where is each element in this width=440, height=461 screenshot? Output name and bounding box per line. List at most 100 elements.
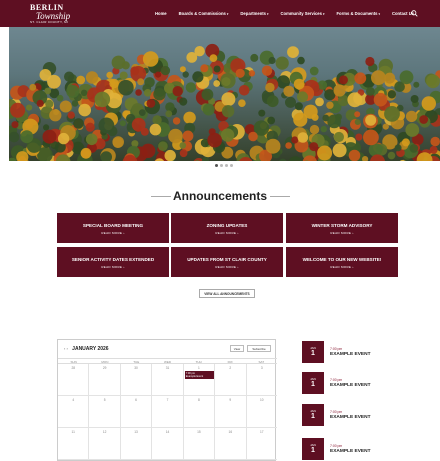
announcement-card[interactable]: WINTER STORM ADVISORY READ MORE ›: [286, 213, 398, 243]
calendar-day[interactable]: 17: [247, 428, 277, 459]
day-number: 15: [197, 430, 201, 434]
event-time: 7:00 pm: [330, 378, 343, 382]
calendar-month: JANUARY 2026: [72, 346, 109, 352]
view-button[interactable]: View: [230, 345, 244, 352]
calendar-day[interactable]: 28: [58, 364, 90, 395]
event-item[interactable]: JAN 1 7:00 pm EXAMPLE EVENT: [302, 404, 412, 426]
read-more-link[interactable]: READ MORE ›: [286, 265, 398, 269]
township-logo[interactable]: BERLIN Township ST. CLAIR COUNTY, MI: [30, 4, 90, 25]
read-more-link[interactable]: READ MORE ›: [286, 231, 398, 235]
calendar-day[interactable]: 14: [152, 428, 184, 459]
nav-item-forms-documents[interactable]: Forms & Documents▾: [336, 11, 379, 16]
day-of-week-label: THU: [195, 360, 202, 364]
calendar-day[interactable]: 9: [215, 396, 247, 427]
read-more-label: READ MORE: [101, 265, 123, 269]
calendar-day[interactable]: 31: [152, 364, 184, 395]
site-header: BERLIN Township ST. CLAIR COUNTY, MI Hom…: [0, 0, 440, 27]
autumn-forest-image: [9, 27, 440, 161]
nav-label: Departments: [240, 11, 267, 16]
slider-dot[interactable]: [225, 164, 228, 167]
announcement-title: WELCOME TO OUR NEW WEBSITE!: [302, 257, 382, 262]
announcement-title: SENIOR ACTIVITY DATES EXTENDED: [71, 257, 155, 262]
calendar-day[interactable]: 12: [89, 428, 121, 459]
view-all-announcements-button[interactable]: VIEW ALL ANNOUNCEMENTS: [199, 289, 255, 298]
calendar-day[interactable]: 1 7:00 pm Example Event: [184, 364, 216, 395]
announcements-title: Announcements: [172, 189, 267, 203]
announcement-card[interactable]: SPECIAL BOARD MEETING READ MORE ›: [57, 213, 169, 243]
calendar-week: 11 12 13 14 15 16 17: [58, 428, 277, 460]
chevron-down-icon: ▾: [267, 12, 269, 16]
event-date-badge: JAN 1: [302, 404, 324, 426]
event-title: EXAMPLE EVENT: [330, 415, 371, 420]
day-of-week-label: FRI: [227, 360, 233, 364]
calendar-day[interactable]: 10: [247, 396, 277, 427]
calendar-day[interactable]: 2: [215, 364, 247, 395]
read-more-label: READ MORE: [330, 231, 352, 235]
event-day: 1: [311, 447, 315, 454]
calendar-day[interactable]: 7: [152, 396, 184, 427]
calendar-event[interactable]: 7:00 pm Example Event: [184, 371, 214, 379]
calendar-event-title: Example Event: [185, 374, 204, 378]
day-of-week-label: SUN: [70, 360, 77, 364]
read-more-label: READ MORE: [215, 265, 237, 269]
event-time: 7:00 pm: [330, 410, 343, 414]
event-item[interactable]: JAN 1 7:00 pm EXAMPLE EVENT: [302, 438, 412, 460]
chevron-right-icon: ›: [351, 265, 354, 269]
calendar-day[interactable]: 30: [121, 364, 153, 395]
event-item[interactable]: JAN 1 7:00 pm EXAMPLE EVENT: [302, 341, 412, 363]
announcement-card[interactable]: SENIOR ACTIVITY DATES EXTENDED READ MORE …: [57, 247, 169, 277]
calendar-day[interactable]: 11: [58, 428, 90, 459]
calendar-day[interactable]: 4: [58, 396, 90, 427]
chevron-right-icon: ›: [122, 231, 125, 235]
logo-line-3: ST. CLAIR COUNTY, MI: [30, 20, 69, 24]
nav-item-departments[interactable]: Departments▾: [240, 11, 268, 16]
announcement-title: SPECIAL BOARD MEETING: [82, 223, 144, 228]
event-date-badge: JAN 1: [302, 341, 324, 363]
chevron-right-icon: ›: [122, 265, 125, 269]
announcement-card[interactable]: ZONING UPDATES READ MORE ›: [171, 213, 283, 243]
main-nav: Home Boards & Commissions▾ Departments▾ Com…: [155, 0, 426, 27]
slider-dot[interactable]: [220, 164, 223, 167]
nav-label: Community Services: [280, 11, 322, 16]
day-of-week-label: SAT: [258, 360, 265, 364]
calendar-weeks: 28 29 30 31 1 7:00 pm Example Event 2 3 4 5 6 7 8 9 10 1…: [58, 364, 277, 460]
calendar-day[interactable]: 6: [121, 396, 153, 427]
month-nav-arrows[interactable]: ‹ ›: [64, 346, 68, 351]
calendar-day[interactable]: 5: [89, 396, 121, 427]
calendar-day[interactable]: 8: [184, 396, 216, 427]
calendar-day[interactable]: 16: [215, 428, 247, 459]
search-icon[interactable]: [411, 10, 418, 17]
calendar-day[interactable]: 15: [184, 428, 216, 459]
chevron-down-icon: ▾: [226, 12, 229, 16]
event-date-badge: JAN 1: [302, 372, 324, 394]
event-item[interactable]: JAN 1 7:00 pm EXAMPLE EVENT: [302, 372, 412, 394]
nav-label: Forms & Documents: [336, 11, 378, 16]
calendar-day[interactable]: 29: [89, 364, 121, 395]
slider-dot[interactable]: [215, 164, 218, 167]
subscribe-button[interactable]: Subscribe: [247, 345, 271, 352]
slider-dot[interactable]: [230, 164, 233, 167]
read-more-link[interactable]: READ MORE ›: [171, 265, 283, 269]
chevron-down-icon: ▾: [378, 12, 380, 16]
nav-item-boards-commissions[interactable]: Boards & Commissions▾: [179, 11, 229, 16]
logo-line-2: Township: [36, 11, 71, 21]
nav-item-home[interactable]: Home: [155, 11, 167, 16]
read-more-link[interactable]: READ MORE ›: [57, 265, 169, 269]
day-number: 10: [259, 398, 264, 402]
announcement-card[interactable]: UPDATES FROM ST CLAIR COUNTY READ MORE ›: [171, 247, 283, 277]
day-of-week-label: TUE: [133, 360, 140, 364]
read-more-link[interactable]: READ MORE ›: [171, 231, 283, 235]
calendar-day[interactable]: 3: [247, 364, 277, 395]
day-number: 5: [103, 398, 106, 402]
day-number: 8: [198, 398, 200, 402]
read-more-link[interactable]: READ MORE ›: [57, 231, 169, 235]
announcement-card[interactable]: WELCOME TO OUR NEW WEBSITE! READ MORE ›: [286, 247, 398, 277]
chevron-right-icon: ›: [236, 265, 239, 269]
nav-item-community-services[interactable]: Community Services▾: [281, 11, 325, 16]
nav-label: Boards & Commissions: [178, 11, 226, 16]
slider-dots: [215, 164, 235, 167]
day-number: 4: [72, 398, 75, 402]
calendar-day[interactable]: 13: [121, 428, 153, 459]
day-number: 7: [166, 398, 169, 402]
day-number: 16: [228, 430, 233, 434]
